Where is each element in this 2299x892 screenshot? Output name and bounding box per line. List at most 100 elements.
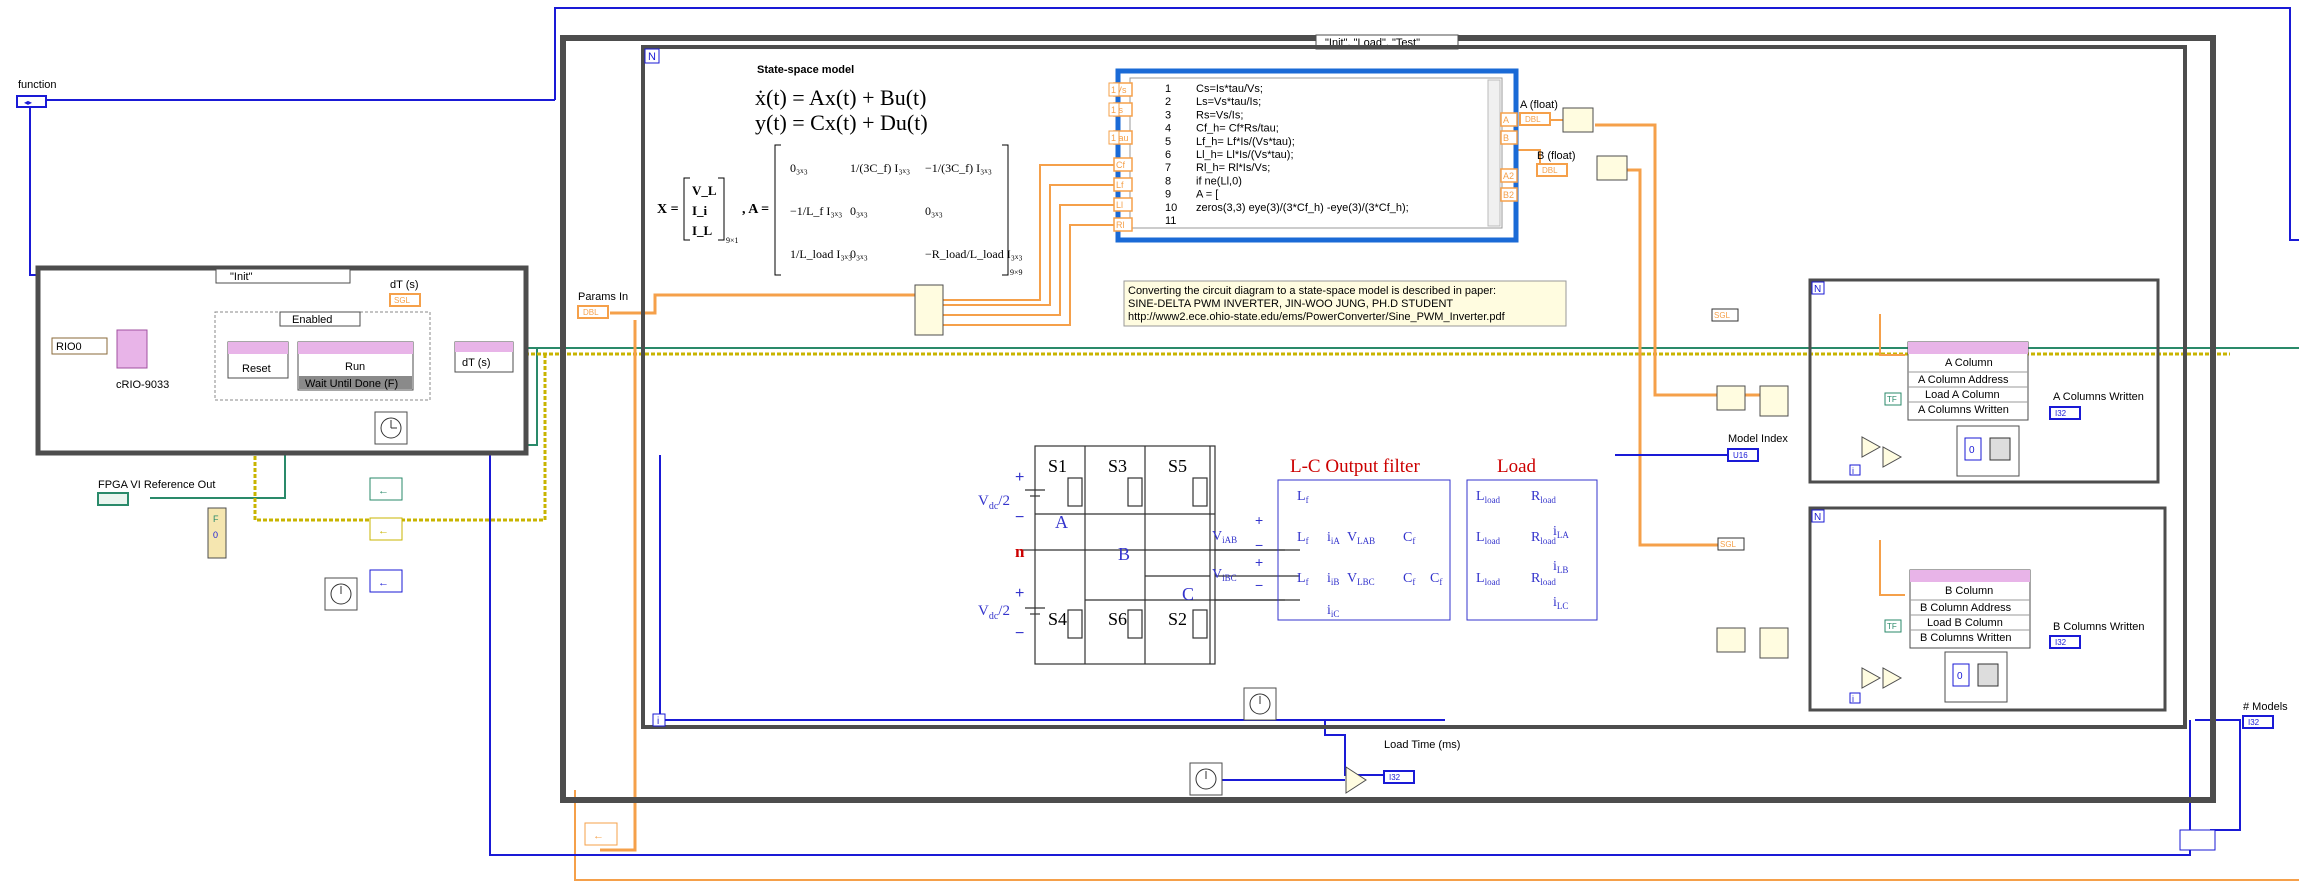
switch-s5: S5	[1168, 456, 1187, 476]
mathscript-node[interactable]: 1 Cs=Is*tau/Vs; 2 Ls=Vs*tau/Is; 3 Rs=Vs/Is; 4 C…	[1115, 68, 1519, 243]
numeric-constant[interactable]: 1	[1108, 130, 1120, 145]
circuit-label: Cf	[1403, 530, 1415, 546]
subtract-node-left[interactable]: ←	[369, 569, 403, 593]
wire-bottom-orange	[574, 790, 2299, 881]
state-eq-1: ẋ(t) = Ax(t) + Bu(t)	[755, 85, 926, 110]
subtract-node[interactable]	[1345, 766, 1367, 794]
circuit-label: Cf	[1403, 571, 1415, 587]
circuit-label: iLB	[1553, 559, 1568, 575]
wire-blue-loop	[489, 450, 2191, 856]
a-sgl-convert-node[interactable]: SGL	[1711, 308, 1739, 322]
run-method-node[interactable]: Run Wait Until Done (F)	[297, 341, 414, 391]
function-control[interactable]: ◂▸	[16, 95, 47, 108]
circuit-label: Lload	[1476, 489, 1501, 505]
models-i32-tag: I32	[2248, 718, 2260, 727]
numeric-constant[interactable]: 1	[1108, 82, 1120, 97]
timer-icon-bottom[interactable]	[1189, 762, 1223, 796]
mathscript-input-terminal[interactable]: Cf	[1113, 157, 1133, 172]
unbundle-params-node[interactable]	[914, 284, 944, 336]
init-case-selector[interactable]: "Init"	[230, 271, 253, 283]
model-index-u16-tag: U16	[1733, 451, 1748, 460]
mathscript-input-terminal[interactable]: Lf	[1113, 177, 1133, 192]
wire-c2	[930, 184, 1115, 306]
b-wait-node[interactable]: 0	[1944, 651, 2008, 703]
mathscript-input-terminal[interactable]: Rl	[1113, 217, 1133, 232]
b-column-address-property: B Column Address	[1920, 602, 2012, 614]
a-column-address-property: A Column Address	[1918, 374, 2009, 386]
b-load-bool-const[interactable]: TF	[1884, 619, 1902, 633]
mathscript-output-terminal[interactable]: A2	[1500, 168, 1518, 183]
comment-line-3: http://www2.ece.ohio-state.edu/ems/Power…	[1128, 311, 1506, 323]
b-add-node[interactable]	[1861, 667, 1903, 689]
mathscript-input-terminal[interactable]: Ll	[1113, 197, 1133, 212]
b-index-array-node[interactable]	[1716, 627, 1789, 659]
rio-resource-control[interactable]: RIO0	[51, 337, 108, 355]
node-n: n	[1015, 542, 1025, 561]
circuit-label: Cf	[1430, 571, 1442, 587]
enabled-selector[interactable]: Enabled	[292, 314, 332, 326]
numeric-constant-value: 1	[1111, 85, 1116, 95]
a-bool-tag: TF	[1887, 395, 1897, 404]
fpga-ref-label: FPGA VI Reference Out	[98, 479, 215, 491]
wait-until-done-label: Wait Until Done (F)	[305, 378, 398, 390]
a-index-array-node[interactable]	[1716, 385, 1789, 417]
svg-text:←: ←	[378, 577, 389, 589]
mathscript-line-number: 8	[1165, 175, 1171, 187]
bottom-left-orange-node[interactable]: ←	[584, 822, 618, 846]
b-float-indicator[interactable]: DBL	[1536, 163, 1568, 177]
dt-indicator[interactable]: SGL	[389, 293, 421, 307]
mathscript-line-code: if ne(Ll,0)	[1196, 175, 1242, 187]
mathscript-line-number: 10	[1165, 202, 1177, 214]
x-vector-item: I_L	[692, 223, 713, 238]
wire-params	[610, 293, 915, 315]
circuit-label: iiB	[1327, 571, 1339, 587]
a-matrix-cell: −1/(3C_f) I₃ₓ₃	[925, 161, 992, 175]
load-time-indicator[interactable]: I32	[1383, 770, 1415, 784]
models-indicator[interactable]: I32	[2242, 715, 2274, 729]
mathscript-output-terminal[interactable]: A	[1500, 112, 1518, 127]
x-vector-item: V_L	[692, 183, 717, 198]
a-write-property-node[interactable]: A Column A Column Address Load A Column …	[1907, 341, 2029, 421]
convert-a-node[interactable]	[1562, 107, 1594, 133]
timer-icon-left[interactable]	[324, 577, 358, 611]
b-columns-written-property: B Columns Written	[1920, 632, 2012, 644]
b-columns-written-indicator[interactable]: I32	[2049, 635, 2081, 649]
a-load-bool-const[interactable]: TF	[1884, 392, 1902, 406]
mathscript-output-terminal[interactable]: B	[1500, 130, 1518, 145]
merge-error-node[interactable]: ←	[369, 517, 403, 541]
mathscript-input-label: Rl	[1116, 220, 1125, 230]
a-loop-n: N	[1814, 284, 1821, 295]
svg-text:+: +	[1015, 585, 1024, 602]
b-bool-tag: TF	[1887, 622, 1897, 631]
mathscript-output-label: B	[1503, 133, 1509, 143]
a-float-indicator[interactable]: DBL	[1519, 112, 1551, 126]
bottom-right-node[interactable]	[2179, 829, 2216, 851]
open-fpga-node[interactable]	[116, 329, 148, 369]
svg-text:+: +	[1015, 469, 1024, 486]
mathscript-output-label: A2	[1503, 171, 1514, 181]
lc-filter-box: Lf Lf Lf iiA iiB iiC VLAB VLBC Cf Cf Cf	[1277, 479, 1451, 621]
convert-b-node[interactable]	[1596, 155, 1628, 181]
read-dt-node[interactable]: dT (s)	[454, 341, 514, 373]
a-add-node[interactable]	[1861, 436, 1903, 468]
b-sgl-convert-node[interactable]: SGL	[1717, 537, 1745, 551]
model-index-indicator[interactable]: U16	[1727, 448, 1759, 462]
fpga-ref-out-indicator[interactable]	[97, 492, 129, 506]
load-a-column-property: Load A Column	[1925, 389, 2000, 401]
wire-b-out	[1610, 168, 1730, 547]
b-write-property-node[interactable]: B Column B Column Address Load B Column …	[1909, 569, 2031, 649]
svg-text:◂▸: ◂▸	[24, 98, 32, 107]
mathscript-output-terminal[interactable]: B2	[1500, 187, 1518, 202]
close-fpga-node[interactable]: ←	[369, 477, 403, 501]
array-index-control[interactable]: F 0	[207, 507, 227, 559]
numeric-constant[interactable]: 1	[1108, 102, 1120, 117]
timer-icon-init[interactable]	[374, 411, 408, 445]
switch-s2: S2	[1168, 609, 1187, 629]
svg-text:−: −	[1015, 625, 1024, 642]
a-wait-node[interactable]: 0	[1956, 425, 2020, 477]
timer-icon-loop[interactable]	[1243, 687, 1277, 721]
params-in-control[interactable]: DBL	[577, 305, 609, 319]
reset-method-node[interactable]: Reset	[227, 341, 289, 379]
load-box: Lload RloadLload RloadLload RloadiLAiLBiLC	[1466, 479, 1598, 621]
a-columns-written-indicator[interactable]: I32	[2049, 406, 2081, 420]
